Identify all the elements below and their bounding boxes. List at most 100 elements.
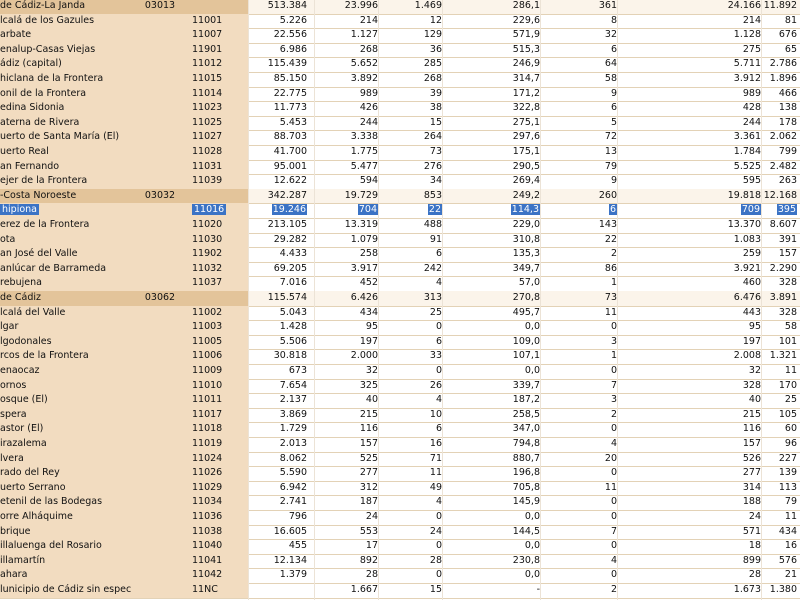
cell-name[interactable]: uerto de Santa María (El): [0, 130, 132, 145]
cell-value-6[interactable]: 116: [617, 422, 761, 437]
cell-value-1[interactable]: 6.942: [248, 481, 307, 496]
cell-value-1[interactable]: 1.729: [248, 422, 307, 437]
cell-value-7[interactable]: 434: [761, 525, 797, 540]
cell-value-4[interactable]: 347,0: [442, 422, 540, 437]
cell-value-7[interactable]: 58: [761, 320, 797, 335]
cell-parent-code[interactable]: [132, 437, 188, 452]
table-row[interactable]: lcalá de los Gazules 11001 5.226 214 12 229,6…: [0, 13, 800, 30]
cell-name[interactable]: erez de la Frontera: [0, 218, 132, 233]
cell-code[interactable]: 11027: [188, 130, 248, 145]
cell-value-7[interactable]: 391: [761, 233, 797, 248]
table-row[interactable]: anlúcar de Barrameda 11032 69.205 3.917 242 3…: [0, 261, 800, 278]
cell-value-5[interactable]: 64: [540, 57, 617, 72]
cell-value-7[interactable]: 2.786: [761, 57, 797, 72]
cell-parent-code[interactable]: 03032: [132, 188, 188, 204]
cell-name[interactable]: lgar: [0, 320, 132, 335]
cell-code[interactable]: 11020: [188, 218, 248, 233]
cell-value-6[interactable]: 188: [617, 495, 761, 510]
cell-name[interactable]: astor (El): [0, 422, 132, 437]
table-row[interactable]: uerto Real 11028 41.700 1.775 73 175,1 13 1.784…: [0, 145, 800, 161]
cell-value-6[interactable]: 1.083: [617, 233, 761, 248]
cell-code[interactable]: 11018: [188, 422, 248, 437]
cell-value-4[interactable]: 310,8: [442, 233, 540, 248]
cell-name[interactable]: lunicipio de Cádiz sin especificar: [0, 583, 132, 598]
cell-value-3[interactable]: 264: [378, 130, 442, 145]
cell-value-7[interactable]: 8.607: [761, 218, 797, 233]
cell-value-5[interactable]: 2: [540, 583, 617, 598]
cell-value-3[interactable]: 0: [378, 568, 442, 583]
cell-value-1[interactable]: [248, 583, 307, 598]
cell-value-2[interactable]: 594: [314, 174, 378, 189]
cell-name[interactable]: etenil de las Bodegas: [0, 495, 132, 510]
cell-parent-code[interactable]: [132, 101, 188, 116]
cell-value-3[interactable]: 1.469: [378, 0, 442, 14]
cell-value-3[interactable]: 16: [378, 437, 442, 452]
table-row[interactable]: ota 11030 29.282 1.079 91 310,8 22 1.083 391: [0, 232, 800, 249]
cell-value-1[interactable]: 5.043: [248, 306, 307, 321]
cell-name[interactable]: orre Alháquime: [0, 510, 132, 525]
cell-code[interactable]: 11NC: [188, 583, 248, 598]
cell-value-7[interactable]: 799: [761, 145, 797, 160]
cell-value-5[interactable]: 9: [540, 87, 617, 102]
cell-value-3[interactable]: 73: [378, 145, 442, 160]
cell-value-5[interactable]: 0: [540, 364, 617, 379]
cell-value-4[interactable]: 705,8: [442, 481, 540, 496]
cell-value-4[interactable]: 230,8: [442, 554, 540, 569]
table-row[interactable]: an Fernando 11031 95.001 5.477 276 290,5 79 5.5…: [0, 159, 800, 176]
table-row[interactable]: brique 11038 16.605 553 24 144,5 7 571 434: [0, 524, 800, 541]
cell-value-1[interactable]: 16.605: [248, 525, 307, 540]
cell-value-3[interactable]: 11: [378, 466, 442, 481]
cell-value-5[interactable]: 86: [540, 262, 617, 277]
cell-name[interactable]: ejer de la Frontera: [0, 174, 132, 189]
cell-value-2[interactable]: 1.079: [314, 233, 378, 248]
cell-name[interactable]: rebujena: [0, 276, 132, 291]
cell-value-5[interactable]: 0: [540, 568, 617, 583]
cell-value-1[interactable]: 3.869: [248, 408, 307, 423]
cell-value-4[interactable]: 290,5: [442, 160, 540, 175]
cell-code[interactable]: 11025: [188, 115, 248, 131]
cell-parent-code[interactable]: [132, 407, 188, 423]
cell-value-4[interactable]: 0,0: [442, 364, 540, 379]
cell-value-6[interactable]: 24: [617, 510, 761, 525]
cell-code[interactable]: 11034: [188, 495, 248, 510]
cell-code[interactable]: 11902: [188, 247, 248, 262]
cell-value-5[interactable]: 79: [540, 160, 617, 175]
cell-parent-code[interactable]: [132, 480, 188, 496]
cell-value-6[interactable]: 899: [617, 554, 761, 569]
cell-value-6[interactable]: 5.525: [617, 160, 761, 175]
cell-value-3[interactable]: 24: [378, 525, 442, 540]
cell-code[interactable]: 11019: [188, 437, 248, 452]
cell-value-7[interactable]: 60: [761, 422, 797, 437]
cell-value-1[interactable]: 4.433: [248, 247, 307, 262]
cell-code[interactable]: 11015: [188, 72, 248, 87]
cell-value-4[interactable]: 794,8: [442, 437, 540, 452]
cell-value-7[interactable]: 16: [761, 539, 797, 554]
cell-name[interactable]: hiclana de la Frontera: [0, 72, 132, 87]
cell-value-3[interactable]: 91: [378, 233, 442, 248]
cell-code[interactable]: 11041: [188, 553, 248, 569]
cell-value-2[interactable]: 214: [314, 14, 378, 29]
cell-value-2[interactable]: 19.729: [314, 189, 378, 204]
cell-value-1[interactable]: 12.134: [248, 554, 307, 569]
table-row[interactable]: astor (El) 11018 1.729 116 6 347,0 0 116 60: [0, 422, 800, 438]
cell-name[interactable]: lcalá del Valle: [0, 305, 132, 321]
cell-value-6[interactable]: 275: [617, 43, 761, 58]
cell-value-1[interactable]: 1.428: [248, 320, 307, 335]
cell-value-1[interactable]: 796: [248, 510, 307, 525]
cell-code[interactable]: 11042: [188, 568, 248, 583]
cell-value-5[interactable]: 1: [540, 349, 617, 364]
cell-value-1[interactable]: 1.379: [248, 568, 307, 583]
table-row[interactable]: orre Alháquime 11036 796 24 0 0,0 0 24 11: [0, 510, 800, 526]
cell-value-6[interactable]: 709: [617, 203, 761, 218]
cell-value-6[interactable]: 244: [617, 116, 761, 131]
cell-value-6[interactable]: 460: [617, 276, 761, 291]
cell-value-5[interactable]: 361: [540, 0, 617, 14]
cell-name[interactable]: irazalema: [0, 437, 132, 452]
cell-value-7[interactable]: 81: [761, 14, 797, 29]
cell-value-1[interactable]: 2.013: [248, 437, 307, 452]
cell-value-2[interactable]: 3.892: [314, 72, 378, 87]
cell-value-2[interactable]: 197: [314, 335, 378, 350]
cell-value-5[interactable]: 58: [540, 72, 617, 87]
cell-code[interactable]: 11031: [188, 159, 248, 175]
cell-value-1[interactable]: 2.137: [248, 393, 307, 408]
